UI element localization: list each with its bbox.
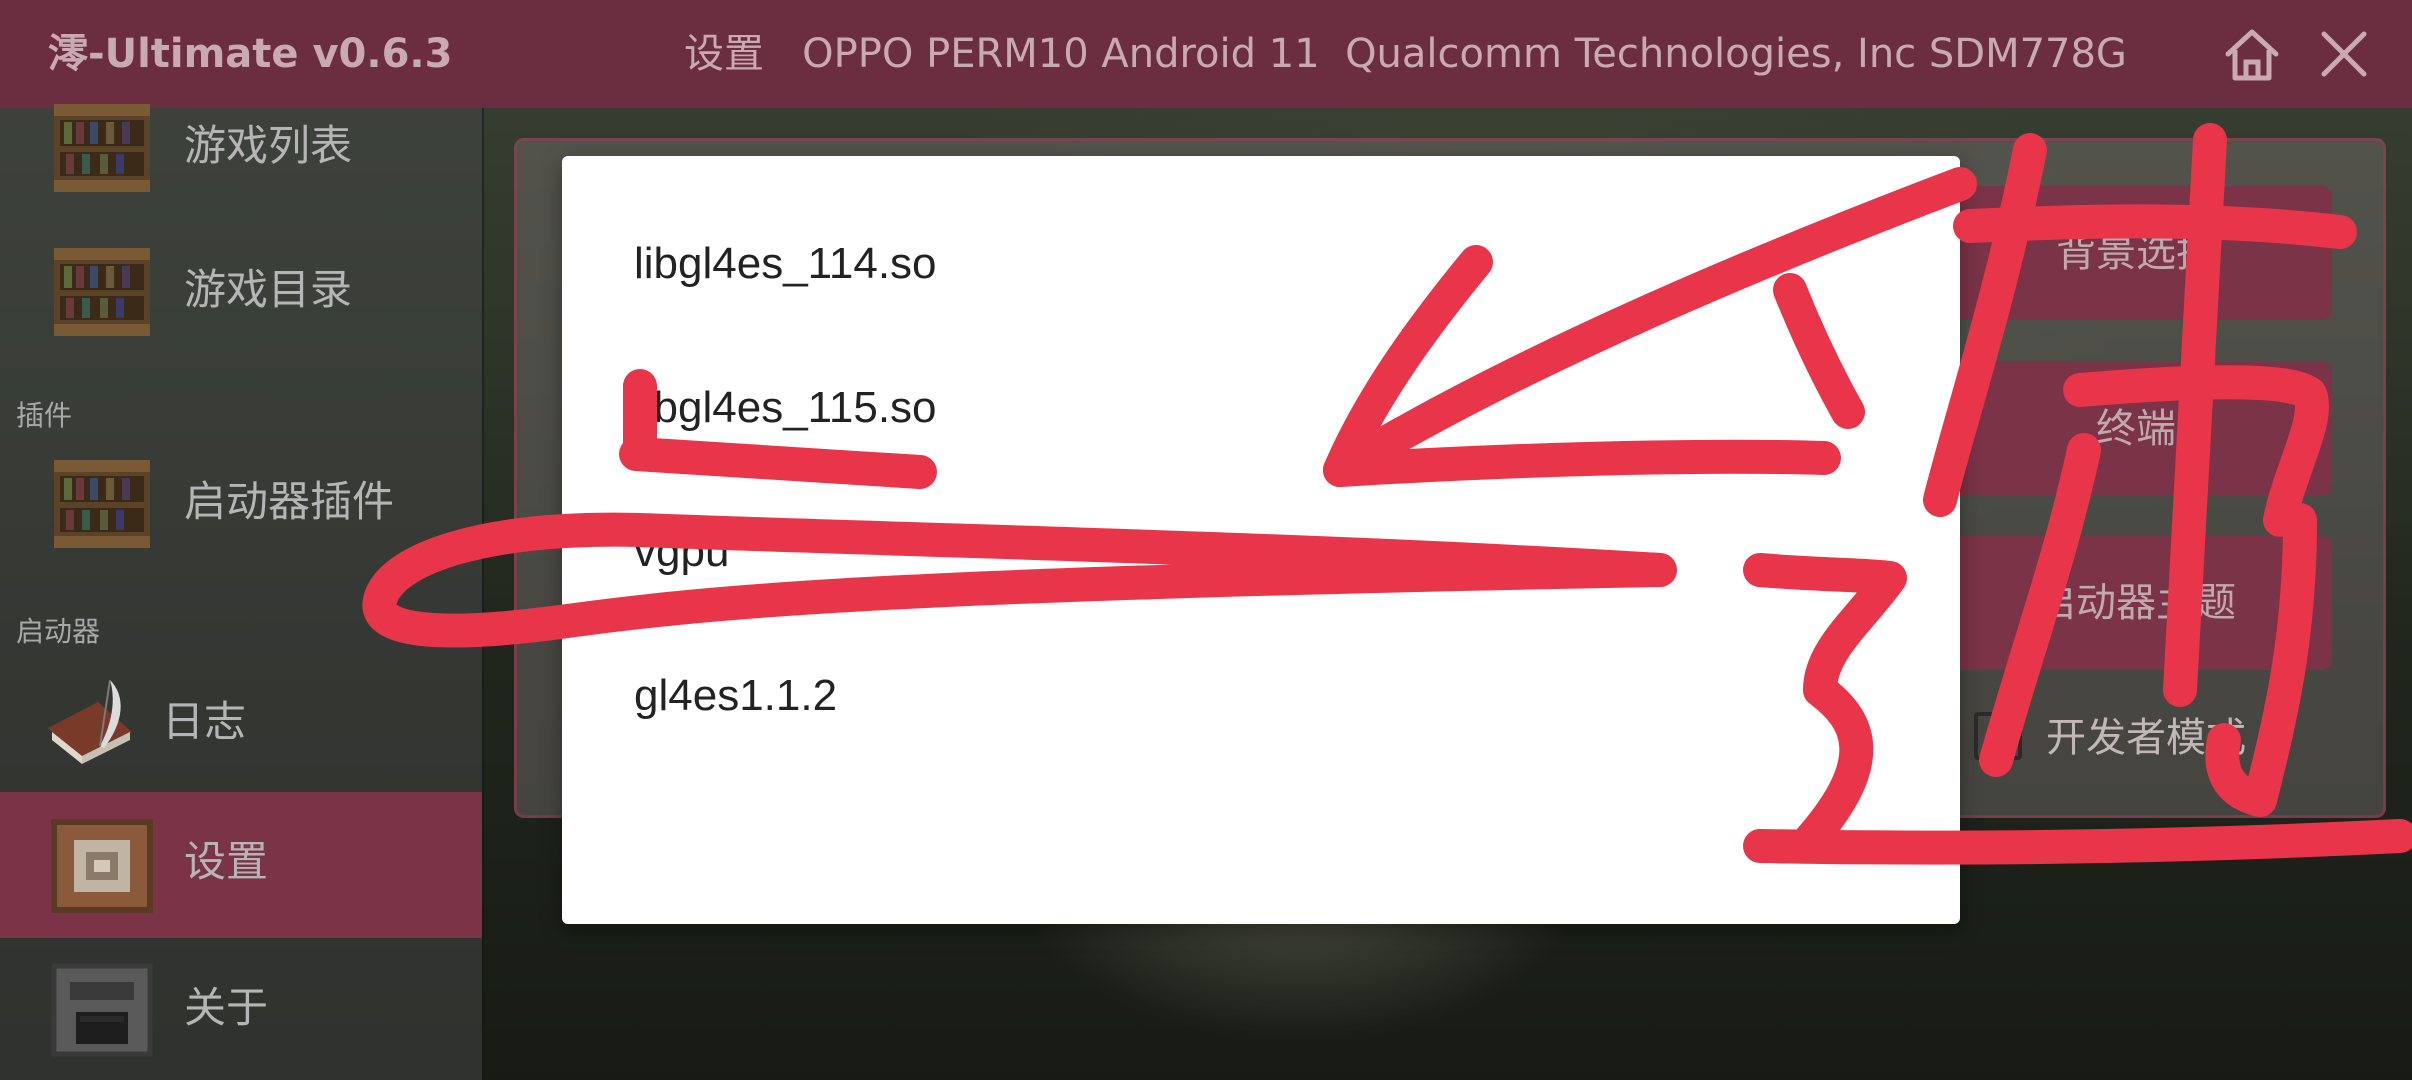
sidebar-divider [482, 108, 484, 1080]
sidebar-item-game-list[interactable]: 游戏列表 [0, 76, 482, 216]
home-icon[interactable] [2222, 24, 2282, 84]
bookshelf-icon [54, 248, 150, 336]
option-label: libgl4es_114.so [634, 239, 937, 288]
device-info: 设置 OPPO PERM10 Android 11 Qualcomm Techn… [684, 31, 2127, 77]
developer-mode-checkbox[interactable] [1974, 712, 2022, 760]
sidebar: 游戏列表 游戏目录 插件 启动器插件 启动器 日志 设置 关于 [0, 104, 482, 1080]
option-label: gl4es1.1.2 [634, 671, 838, 720]
furnace-icon [51, 963, 153, 1057]
section-label-plugins: 插件 [16, 399, 73, 432]
dialog-option[interactable]: libgl4es_115.so [562, 336, 1960, 480]
renderer-select-dialog: libgl4es_114.so libgl4es_115.so vgpu gl4… [562, 156, 1960, 924]
sidebar-item-label: 启动器插件 [184, 477, 395, 526]
option-label: libgl4es_115.so [634, 383, 937, 432]
sidebar-item-about[interactable]: 关于 [0, 938, 482, 1078]
sidebar-item-settings[interactable]: 设置 [0, 792, 482, 938]
option-label: vgpu [634, 527, 730, 576]
dialog-option[interactable]: vgpu [562, 480, 1960, 624]
sidebar-item-label: 游戏目录 [184, 265, 353, 314]
section-label-launcher: 启动器 [16, 615, 101, 648]
sidebar-item-label: 设置 [184, 837, 269, 886]
terminal-button[interactable]: 终端 [1940, 362, 2332, 496]
button-label: 终端 [2096, 406, 2176, 452]
dialog-option[interactable]: libgl4es_114.so [562, 192, 1960, 336]
button-label: 背景选择 [2056, 230, 2216, 276]
sidebar-item-launcher-plugins[interactable]: 启动器插件 [0, 432, 482, 572]
command-block-icon [51, 819, 153, 913]
bookshelf-icon [54, 460, 150, 548]
background-select-button[interactable]: 背景选择 [1940, 186, 2332, 320]
dialog-option[interactable]: gl4es1.1.2 [562, 624, 1960, 768]
launcher-theme-button[interactable]: 启动器主题 [1940, 536, 2332, 670]
developer-mode-label: 开发者模式 [2046, 715, 2246, 761]
button-label: 启动器主题 [2036, 580, 2236, 626]
sidebar-item-game-directory[interactable]: 游戏目录 [0, 220, 482, 360]
book-quill-icon [48, 679, 132, 764]
sidebar-item-label: 游戏列表 [184, 121, 353, 170]
bookshelf-icon [54, 104, 150, 192]
sidebar-item-label: 关于 [184, 983, 269, 1032]
close-icon[interactable] [2314, 24, 2374, 84]
sidebar-item-label: 日志 [162, 697, 247, 746]
sidebar-item-log[interactable]: 日志 [0, 652, 482, 792]
